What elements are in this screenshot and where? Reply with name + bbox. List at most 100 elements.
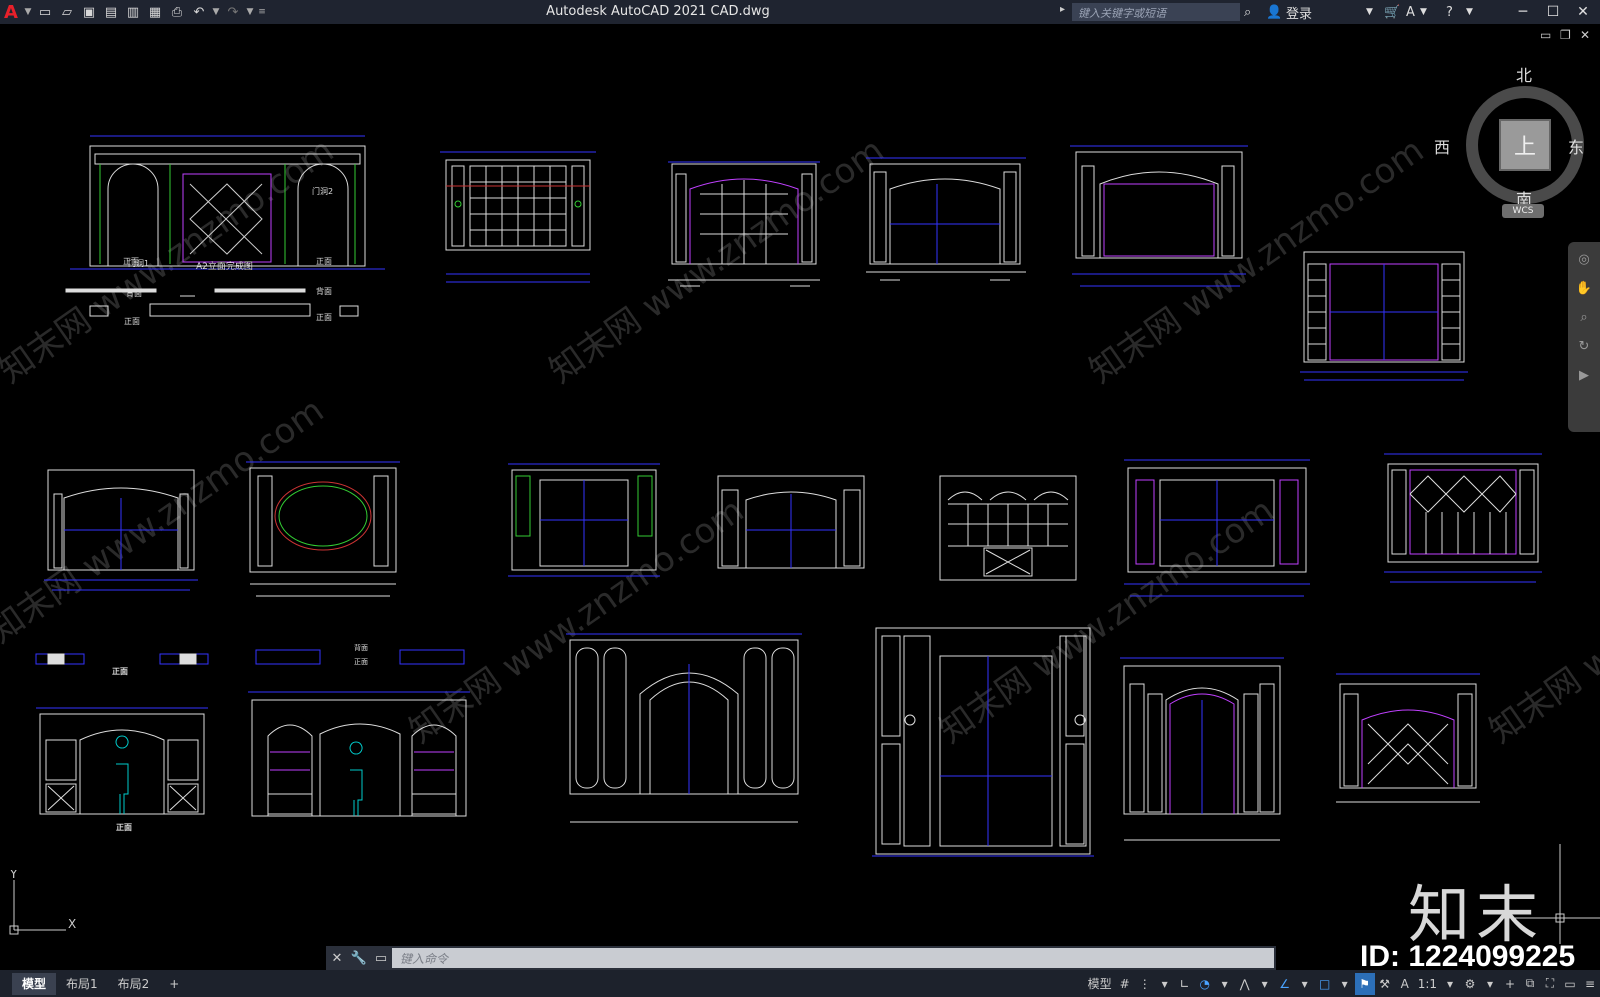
redo-dropdown-icon[interactable]: ▼ [244, 1, 256, 23]
minimize-icon[interactable]: ─ [1508, 0, 1538, 24]
save-as-icon[interactable]: ▤ [100, 1, 122, 23]
navigation-bar: ◎ ✋ ⌕ ↻ ▶ [1568, 242, 1600, 432]
undo-icon[interactable]: ↶ [188, 1, 210, 23]
tab-layout1[interactable]: 布局1 [56, 973, 108, 995]
customization-menu-icon[interactable]: ≡ [1580, 973, 1600, 995]
app-menu-chevron-icon[interactable]: ▼ [22, 1, 34, 23]
elevation-drawing-19[interactable] [1336, 673, 1480, 803]
orbit-icon[interactable]: ↻ [1579, 339, 1590, 354]
customize-toolbar-icon[interactable]: ≡ [256, 1, 268, 23]
elevation-drawing-2[interactable] [440, 151, 596, 283]
a360-dropdown-icon[interactable]: ▼ [1420, 0, 1427, 24]
model-space-button[interactable]: 模型 [1085, 973, 1115, 995]
recent-commands-icon[interactable]: ▭ [370, 947, 392, 969]
ucs-x-label: X [68, 917, 76, 931]
help-icon[interactable]: ? [1446, 0, 1453, 24]
plan-strip-1[interactable] [35, 649, 465, 665]
title-bar: A ▼ ▭ ▱ ▣ ▤ ▥ ▦ ⎙ ↶ ▼ ↷ ▼ ≡ Autodesk Aut… [0, 0, 1600, 24]
drawing-canvas[interactable]: 知末网 www.znzmo.com 知末网 www.znzmo.com 知末网 … [0, 24, 1600, 950]
tab-layout2[interactable]: 布局2 [108, 973, 160, 995]
annotation-autoscale-icon[interactable]: ⚒ [1375, 973, 1395, 995]
save-icon[interactable]: ▣ [78, 1, 100, 23]
label-back-1: 背面 [126, 288, 142, 298]
elevation-drawing-6[interactable] [1300, 251, 1468, 381]
annotation-scale-value[interactable]: 1:1 [1415, 973, 1440, 995]
viewcube[interactable]: 上 北 南 西 东 [1434, 66, 1584, 209]
isodraft-icon[interactable]: ⋀ [1235, 973, 1255, 995]
ucs-icon: Y X [9, 870, 76, 935]
watermark-diag-1: 知末网 www.znzmo.com [0, 130, 341, 391]
viewport-close-icon[interactable]: ✕ [1580, 28, 1590, 42]
redo-icon[interactable]: ↷ [222, 1, 244, 23]
compass-north[interactable]: 北 [1516, 62, 1532, 86]
polar-icon[interactable]: ◔ [1195, 973, 1215, 995]
close-icon[interactable]: ✕ [1568, 0, 1598, 24]
clean-screen-icon[interactable]: ▭ [1560, 973, 1580, 995]
elevation-drawing-18[interactable] [1120, 657, 1284, 841]
snap-dropdown-icon[interactable]: ▾ [1155, 973, 1175, 995]
compass-west[interactable]: 西 [1434, 134, 1450, 158]
add-icon[interactable]: + [1500, 973, 1520, 995]
zoom-icon[interactable]: ⌕ [1580, 310, 1587, 325]
a360-icon[interactable]: A [1406, 0, 1415, 24]
elevation-drawing-11[interactable] [939, 475, 1077, 581]
search-expand-icon[interactable]: ▸ [1060, 4, 1065, 15]
object-snap-tracking-icon[interactable]: ∠ [1275, 973, 1295, 995]
print-icon[interactable]: ⎙ [166, 1, 188, 23]
command-input[interactable]: 键入命令 [392, 948, 1274, 968]
annotation-scale-icon[interactable]: A [1395, 973, 1415, 995]
customize-command-icon[interactable]: 🔧 [348, 947, 370, 969]
elevation-drawing-4[interactable] [866, 157, 1026, 281]
label-front-bold-1: 正面 [112, 667, 128, 676]
label-back-2: 背面 [316, 286, 332, 296]
elevation-drawing-14[interactable] [36, 707, 208, 815]
viewcube-top-face[interactable]: 上 [1499, 119, 1551, 171]
hardware-acceleration-icon[interactable]: ⛶ [1540, 973, 1560, 995]
watermark-logo: 知末 [1408, 878, 1545, 950]
label-front-4: 正面 [316, 313, 332, 322]
elevation-drawing-16[interactable] [566, 633, 802, 823]
user-icon[interactable]: 👤 [1266, 0, 1282, 24]
object-snap-dropdown-icon[interactable]: ▾ [1295, 973, 1315, 995]
autocad-logo-icon[interactable]: A [0, 0, 22, 24]
polar-dropdown-icon[interactable]: ▾ [1215, 973, 1235, 995]
watermark-diag-3: 知末网 www.znzmo.com [1082, 130, 1431, 391]
isolate-objects-icon[interactable]: ⧉ [1520, 973, 1540, 995]
tab-model[interactable]: 模型 [12, 972, 57, 995]
workspace-dropdown-icon[interactable]: ▾ [1480, 973, 1500, 995]
watermark-id: ID: 1224099225 [1360, 940, 1576, 973]
search-input[interactable]: 键入关键字或短语 [1072, 3, 1240, 21]
login-dropdown-icon[interactable]: ▼ [1366, 0, 1373, 24]
elevation-drawing-8[interactable] [246, 461, 400, 597]
label-front-2: 正面 [316, 257, 332, 266]
undo-dropdown-icon[interactable]: ▼ [210, 1, 222, 23]
compass-east[interactable]: 东 [1568, 134, 1584, 158]
login-button[interactable]: 登录 [1286, 0, 1312, 24]
viewport-restore-icon[interactable]: ❐ [1560, 28, 1571, 42]
maximize-icon[interactable]: ☐ [1538, 0, 1568, 24]
viewport-minimize-icon[interactable]: ▭ [1540, 28, 1551, 42]
workspace-gear-icon[interactable]: ⚙ [1460, 973, 1480, 995]
scale-dropdown-icon[interactable]: ▾ [1440, 973, 1460, 995]
save-web-icon[interactable]: ▦ [144, 1, 166, 23]
search-icon[interactable]: ⌕ [1244, 0, 1251, 24]
new-file-icon[interactable]: ▭ [34, 1, 56, 23]
showmotion-icon[interactable]: ▶ [1579, 368, 1589, 383]
elevation-drawing-13[interactable] [1384, 453, 1542, 583]
open-web-icon[interactable]: ▥ [122, 1, 144, 23]
annotation-visibility-icon[interactable]: ⚑ [1354, 972, 1375, 995]
close-command-line-icon[interactable]: ✕ [326, 947, 348, 969]
ortho-icon[interactable]: ∟ [1175, 973, 1195, 995]
open-folder-icon[interactable]: ▱ [56, 1, 78, 23]
wcs-menu[interactable]: WCS [1502, 204, 1544, 218]
pan-icon[interactable]: ✋ [1576, 281, 1592, 296]
snap-icon[interactable]: ⋮ [1135, 973, 1155, 995]
cart-icon[interactable]: 🛒 [1384, 0, 1400, 24]
object-snap-icon[interactable]: □ [1315, 973, 1335, 995]
isodraft-dropdown-icon[interactable]: ▾ [1255, 973, 1275, 995]
osnap-dropdown-icon[interactable]: ▾ [1335, 973, 1355, 995]
add-layout-icon[interactable]: + [159, 973, 189, 995]
grid-icon[interactable]: # [1115, 973, 1135, 995]
steering-wheel-icon[interactable]: ◎ [1578, 252, 1589, 267]
help-dropdown-icon[interactable]: ▼ [1466, 0, 1473, 24]
